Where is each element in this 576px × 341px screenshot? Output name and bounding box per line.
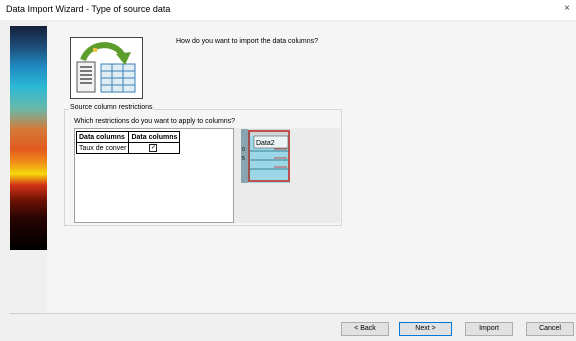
- group-label: Source column restrictions: [69, 104, 154, 111]
- table-header-row: Data columns Data columns: [75, 131, 181, 143]
- wizard-question: How do you want to import the data colum…: [176, 38, 319, 45]
- preview-row-marker: 5: [242, 156, 245, 162]
- restrictions-instructions: Which restrictions do you want to apply …: [74, 118, 236, 125]
- import-button[interactable]: Import: [465, 322, 513, 336]
- wizard-sidebar-image: [10, 26, 47, 250]
- column-header[interactable]: Data columns: [75, 131, 130, 143]
- footer-separator: [10, 313, 576, 314]
- back-button[interactable]: < Back: [341, 322, 389, 336]
- column-header[interactable]: Data columns: [128, 131, 181, 143]
- import-wizard-icon: [70, 37, 143, 99]
- preview-row-marker: 0: [242, 147, 245, 153]
- title-bar: Data Import Wizard - Type of source data…: [0, 0, 576, 20]
- restrictions-table: Data columns Data columns Taux de conver…: [75, 131, 181, 154]
- next-button[interactable]: Next >: [399, 322, 452, 336]
- table-row: Taux de conver ✓: [75, 142, 181, 154]
- close-icon[interactable]: ×: [560, 2, 574, 16]
- preview-column-header: Data2: [256, 140, 275, 147]
- restrictions-grid[interactable]: Data columns Data columns Taux de conver…: [74, 128, 234, 223]
- column-preview-image: Data2 0 5: [241, 129, 290, 183]
- restriction-checkbox[interactable]: ✓: [149, 144, 158, 152]
- restriction-cell[interactable]: ✓: [128, 142, 181, 154]
- window-title: Data Import Wizard - Type of source data: [6, 4, 171, 14]
- cancel-button[interactable]: Cancel: [526, 322, 574, 336]
- column-name-cell[interactable]: Taux de conver: [75, 142, 130, 154]
